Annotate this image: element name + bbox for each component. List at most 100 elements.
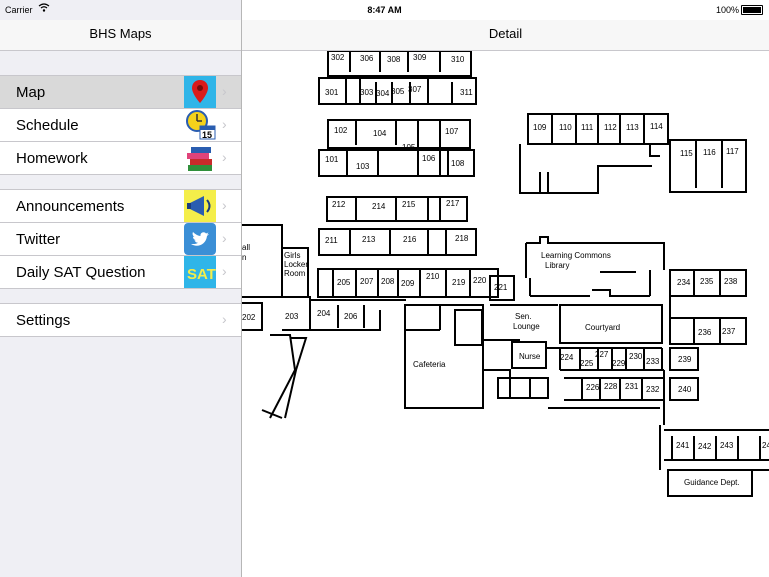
master-title: BHS Maps — [89, 26, 152, 41]
menu-item-label: Schedule — [16, 117, 79, 134]
room-label: 116 — [703, 148, 716, 157]
master-pane: BHS Maps Map › Schedule 15 › Homework › … — [0, 0, 242, 577]
room-label: 304 — [376, 89, 390, 98]
room-label: 219 — [452, 278, 466, 287]
sat-icon-text: SAT — [187, 266, 216, 283]
room-label: 102 — [334, 126, 348, 135]
room-label: 234 — [677, 278, 691, 287]
room-label: 109 — [533, 123, 547, 132]
room-label: 115 — [680, 149, 693, 158]
room-label: 204 — [317, 309, 331, 318]
room-label: 202 — [242, 313, 256, 322]
room-label: 106 — [422, 154, 436, 163]
room-label: 114 — [650, 122, 663, 131]
twitter-bird-icon — [184, 223, 216, 255]
status-bar: Carrier 8:47 AM 100% — [0, 0, 769, 20]
room-label: 105 — [402, 143, 416, 152]
room-label: 108 — [451, 159, 465, 168]
menu-item-label: Announcements — [16, 198, 125, 215]
room-label: 218 — [455, 234, 469, 243]
floor-plan: 302 306 308 309 310 301 303 304 305 307 … — [242, 51, 769, 497]
room-label: 302 — [331, 53, 345, 62]
menu-group-1: Map › Schedule 15 › Homework › — [0, 75, 241, 175]
room-label: 232 — [646, 385, 660, 394]
room-label: 241 — [676, 441, 690, 450]
room-label: 227 — [595, 350, 609, 359]
menu-item-label: Daily SAT Question — [16, 264, 146, 281]
room-label: 239 — [678, 355, 692, 364]
master-navbar: BHS Maps — [0, 20, 241, 51]
chevron-right-icon: › — [222, 83, 227, 99]
status-time: 8:47 AM — [367, 5, 402, 15]
area-label: Cafeteria — [413, 360, 446, 369]
room-label: 104 — [373, 129, 387, 138]
room-label: 221 — [494, 283, 508, 292]
menu-item-homework[interactable]: Homework › — [0, 142, 241, 174]
room-label: 117 — [726, 147, 739, 156]
map-pin-icon — [184, 76, 216, 108]
room-label: 107 — [445, 127, 459, 136]
menu-item-map[interactable]: Map › — [0, 76, 241, 109]
menu-item-daily-sat-question[interactable]: Daily SAT Question SAT › — [0, 256, 241, 288]
menu-item-label: Map — [16, 84, 46, 101]
room-label: 220 — [473, 276, 487, 285]
area-label: Room — [284, 269, 306, 278]
room-label: 231 — [625, 382, 639, 391]
books-icon — [184, 142, 216, 174]
room-label: 229 — [612, 359, 626, 368]
room-label: 215 — [402, 200, 416, 209]
room-label: 216 — [403, 235, 417, 244]
room-label: 225 — [580, 359, 594, 368]
room-label: 237 — [722, 327, 736, 336]
school-floor-map[interactable]: 302 306 308 309 310 301 303 304 305 307 … — [242, 51, 769, 577]
room-label: 236 — [698, 328, 712, 337]
room-label: 217 — [446, 199, 460, 208]
room-label: 209 — [401, 279, 415, 288]
area-label: all — [242, 243, 250, 252]
detail-title: Detail — [488, 26, 523, 41]
area-label: Girls — [284, 251, 300, 260]
room-label: 240 — [678, 385, 692, 394]
clock-calendar-icon: 15 — [184, 109, 216, 141]
room-label: 112 — [604, 123, 617, 132]
room-label: 301 — [325, 88, 339, 97]
chevron-right-icon: › — [222, 230, 227, 246]
sat-icon: SAT — [184, 256, 216, 288]
room-label: 203 — [285, 312, 299, 321]
room-label: 235 — [700, 277, 714, 286]
chevron-right-icon: › — [222, 263, 227, 279]
room-label: 205 — [337, 278, 351, 287]
battery-percent: 100% — [715, 5, 739, 15]
menu-item-label: Homework — [16, 150, 88, 167]
menu-item-announcements[interactable]: Announcements › — [0, 190, 241, 223]
map-walls — [242, 51, 769, 497]
menu-item-twitter[interactable]: Twitter › — [0, 223, 241, 256]
room-label: 113 — [626, 123, 639, 132]
room-label: 24 — [762, 441, 769, 450]
chevron-right-icon: › — [222, 116, 227, 132]
room-label: 101 — [325, 155, 339, 164]
area-label: n — [242, 253, 246, 262]
room-label: 228 — [604, 382, 618, 391]
room-label: 230 — [629, 352, 643, 361]
menu-group-3: Settings › — [0, 303, 241, 337]
room-label: 307 — [408, 85, 422, 94]
chevron-right-icon: › — [222, 149, 227, 165]
room-label: 206 — [344, 312, 358, 321]
area-label: Lounge — [513, 322, 540, 331]
room-label: 103 — [356, 162, 370, 171]
battery-icon — [741, 5, 763, 15]
menu-item-schedule[interactable]: Schedule 15 › — [0, 109, 241, 142]
room-label: 305 — [391, 87, 405, 96]
room-label: 242 — [698, 442, 712, 451]
menu-item-label: Settings — [16, 312, 71, 329]
room-label: 306 — [360, 54, 374, 63]
menu-item-settings[interactable]: Settings › — [0, 304, 241, 336]
room-label: 308 — [387, 55, 401, 64]
room-label: 243 — [720, 441, 734, 450]
area-label: Courtyard — [585, 323, 620, 332]
chevron-right-icon: › — [222, 311, 227, 327]
room-label: 224 — [560, 353, 574, 362]
room-label: 211 — [325, 236, 338, 245]
room-label: 111 — [581, 123, 594, 132]
